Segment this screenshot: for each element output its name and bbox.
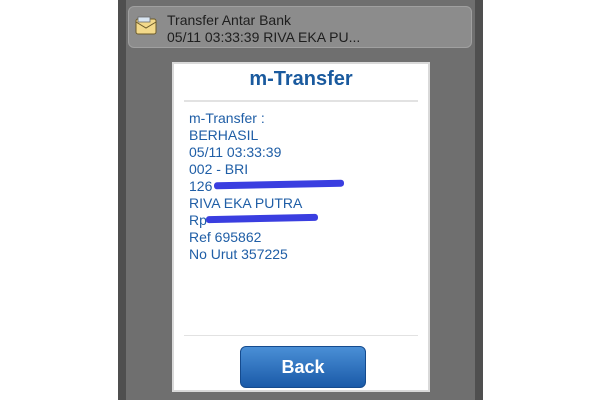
- bezel-right: [475, 0, 483, 400]
- detail-line-header: m-Transfer :: [189, 110, 265, 126]
- detail-line-sequence: No Urut 357225: [189, 246, 288, 262]
- detail-line-ref: Ref 695862: [189, 229, 262, 245]
- title-divider: [184, 100, 418, 102]
- notification-title: Transfer Antar Bank: [167, 12, 291, 28]
- notification-text: 05/11 03:33:39 RIVA EKA PU...: [167, 29, 361, 45]
- detail-line-status: BERHASIL: [189, 127, 259, 143]
- detail-line-datetime: 05/11 03:33:39: [189, 144, 282, 160]
- notification-bar[interactable]: Transfer Antar Bank 05/11 03:33:39 RIVA …: [128, 6, 472, 48]
- account-redaction: [213, 179, 345, 190]
- envelope-icon: [135, 16, 157, 35]
- back-button[interactable]: Back: [240, 346, 366, 388]
- transfer-dialog: m-Transfer m-Transfer : BERHASIL 05/11 0…: [172, 62, 430, 392]
- bottom-divider: [184, 335, 418, 336]
- detail-line-recipient: RIVA EKA PUTRA: [189, 195, 303, 211]
- dialog-title: m-Transfer: [249, 68, 353, 90]
- detail-line-bank: 002 - BRI: [189, 161, 249, 177]
- bezel-left: [118, 0, 126, 400]
